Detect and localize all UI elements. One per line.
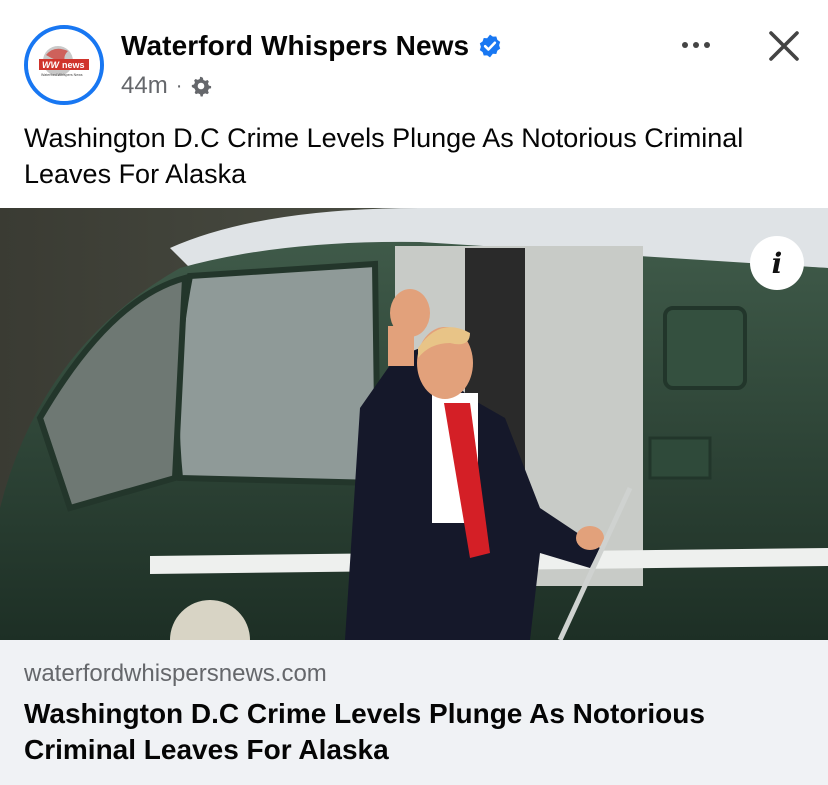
verified-badge-icon [480,34,501,58]
gear-icon [192,76,212,97]
link-title: Washington D.C Crime Levels Plunge As No… [24,698,705,765]
close-button[interactable] [762,24,806,68]
more-dot [682,42,688,48]
page-name[interactable]: Waterford Whispers News [121,30,469,62]
more-options-button[interactable] [676,30,716,60]
post-photo[interactable] [0,208,828,640]
svg-text:Waterford Whispers News: Waterford Whispers News [41,73,83,77]
close-icon [769,31,799,61]
page-name-row: Waterford Whispers News [121,30,503,62]
more-dot [704,42,710,48]
link-domain: waterfordwhispersnews.com [24,660,327,687]
post-meta: 44m · [121,72,212,100]
post-timestamp[interactable]: 44m [121,72,168,100]
waterford-whispers-logo-icon: WW news Waterford Whispers News [28,29,100,101]
page-avatar[interactable]: WW news Waterford Whispers News [24,25,104,105]
post-caption: Washington D.C Crime Levels Plunge As No… [24,123,744,189]
svg-text:WW: WW [42,60,60,70]
more-dot [693,42,699,48]
post-header: WW news Waterford Whispers News Waterfor… [0,0,828,112]
facebook-post: WW news Waterford Whispers News Waterfor… [0,0,828,785]
helicopter-photo [0,208,828,640]
info-button[interactable]: i [750,236,804,290]
svg-text:news: news [62,60,85,70]
meta-separator: · [175,74,183,97]
link-preview-card[interactable]: waterfordwhispersnews.com Washington D.C… [0,640,828,785]
